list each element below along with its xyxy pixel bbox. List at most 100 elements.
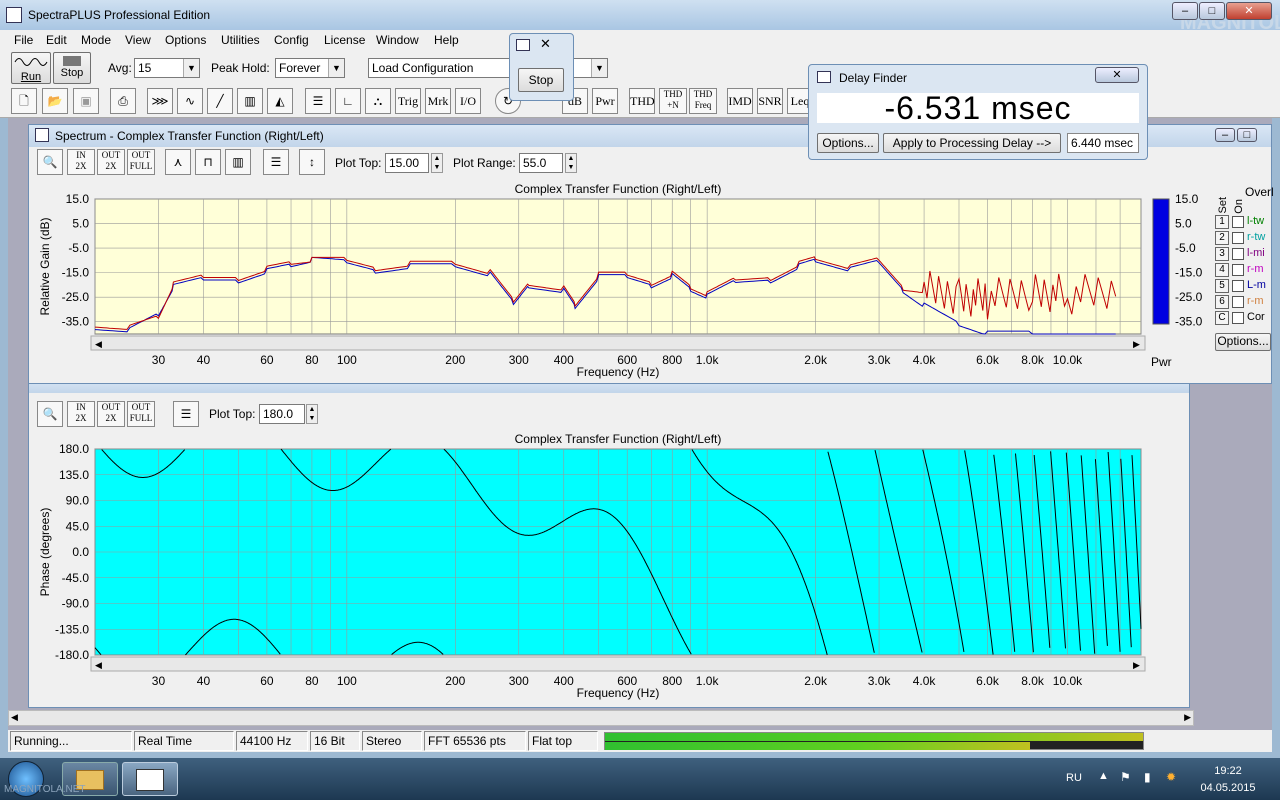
menu-help[interactable]: Help [434,33,459,47]
spectraplus-taskbar-button[interactable] [122,762,178,796]
menu-config[interactable]: Config [274,33,309,47]
avg-select[interactable]: 15 ▼ [134,58,200,78]
overlay-set-button[interactable]: C [1215,311,1229,325]
zoom-in-icon[interactable]: IN 2X [67,401,95,427]
speaker-icon[interactable]: ✹ [1166,770,1176,784]
y-tick-label: -90.0 [62,597,90,611]
overlay-options-button[interactable]: Options... [1215,333,1271,351]
thd-freq-button[interactable]: THD Freq [689,88,717,114]
spectrum-icon[interactable]: ╱ [207,88,233,114]
snr-button[interactable]: SNR [757,88,783,114]
stop-dialog-button[interactable]: Stop [518,68,564,92]
zoom-icon[interactable]: 🔍 [37,149,63,175]
stop-button[interactable]: Stop [53,52,91,84]
avg-value: 15 [138,61,152,75]
clock-date[interactable]: 04.05.2015 [1196,782,1260,794]
power-icon[interactable]: ▮ [1144,770,1151,784]
clock-time[interactable]: 19:22 [1200,765,1256,777]
chevron-down-icon: ▼ [328,59,344,77]
plot-top-input[interactable]: 15.00 [385,153,429,173]
app-icon [136,769,164,791]
bar-style-icon[interactable]: ⊓ [195,149,221,175]
close-icon[interactable]: ✕ [540,36,551,52]
language-indicator[interactable]: RU [1066,772,1082,784]
menu-edit[interactable]: Edit [46,33,67,47]
trig-button[interactable]: Trig [395,88,421,114]
imd-button[interactable]: IMD [727,88,753,114]
x-tick-label: 6.0k [976,674,1000,688]
io-button[interactable]: I/O [455,88,481,114]
overlay-set-button[interactable]: 3 [1215,247,1229,261]
range-icon[interactable]: ↕ [299,149,325,175]
thd-n-button[interactable]: THD +N [659,88,687,114]
settings-panel-icon[interactable]: ☰ [263,149,289,175]
overlay-set-button[interactable]: 6 [1215,295,1229,309]
thd-button[interactable]: THD [629,88,655,114]
child-minimize-button[interactable]: – [1215,128,1235,142]
zoom-full-icon[interactable]: OUT FULL [127,149,155,175]
scroll-right-icon[interactable]: ▶ [1184,712,1191,723]
zoom-in-icon[interactable]: IN 2X [67,149,95,175]
3d-surface-icon[interactable]: ◭ [267,88,293,114]
zoom-full-icon[interactable]: OUT FULL [127,401,155,427]
overlay-checkbox[interactable] [1232,312,1244,324]
child-maximize-button[interactable]: □ [1237,128,1257,142]
zoom-out-icon[interactable]: OUT 2X [97,149,125,175]
overlay-checkbox[interactable] [1232,248,1244,260]
waveform-icon[interactable]: ∿ [177,88,203,114]
settings-panel-icon[interactable]: ☰ [173,401,199,427]
close-button[interactable]: ✕ [1226,2,1272,20]
apply-delay-button[interactable]: Apply to Processing Delay --> [883,133,1061,153]
menu-license[interactable]: License [324,33,365,47]
overlay-checkbox[interactable] [1232,216,1244,228]
peak-hold-select[interactable]: Forever ▼ [275,58,345,78]
tray-arrow-icon[interactable]: ▲ [1098,770,1109,782]
overlay-checkbox[interactable] [1232,264,1244,276]
spinner-icon[interactable]: ▲ ▼ [565,153,577,173]
menu-window[interactable]: Window [376,33,419,47]
mrk-button[interactable]: Mrk [425,88,451,114]
fast-forward-icon[interactable]: ⋙ [147,88,173,114]
spinner-icon[interactable]: ▲ ▼ [431,153,443,173]
spinner-icon[interactable]: ▲ ▼ [306,404,318,424]
plot-range-input[interactable]: 55.0 [519,153,563,173]
overlay-set-button[interactable]: 2 [1215,231,1229,245]
save-icon[interactable]: ▣ [73,88,99,114]
menu-mode[interactable]: Mode [81,33,111,47]
maximize-button[interactable]: □ [1199,2,1225,20]
delay-options-button[interactable]: Options... [817,133,879,153]
overlay-checkbox[interactable] [1232,296,1244,308]
power-tick-label: -35.0 [1175,315,1203,329]
pwr-button[interactable]: Pwr [592,88,618,114]
line-style-icon[interactable]: ⋏ [165,149,191,175]
overlay-set-button[interactable]: 5 [1215,279,1229,293]
scroll-left-icon[interactable]: ◀ [11,712,18,723]
spectrogram-icon[interactable]: ▥ [237,88,263,114]
overlay-checkbox[interactable] [1232,232,1244,244]
filter-icon[interactable]: ⛬ [365,88,391,114]
main-titlebar: SpectraPLUS Professional Edition MAGNITO… [0,0,1280,34]
menu-options[interactable]: Options [165,33,206,47]
zoom-icon[interactable]: 🔍 [37,401,63,427]
network-icon[interactable]: ⚑ [1120,770,1131,784]
octave-bars-icon[interactable]: ▥ [225,149,251,175]
minimize-button[interactable]: – [1172,2,1198,20]
axis-icon[interactable]: ∟ [335,88,361,114]
run-button[interactable]: Run [11,52,51,84]
close-button[interactable]: ✕ [1095,67,1139,83]
new-file-icon[interactable]: 🗋 [11,88,37,114]
print-icon[interactable]: ⎙ [110,88,136,114]
overlay-set-button[interactable]: 4 [1215,263,1229,277]
menu-file[interactable]: File [14,33,33,47]
phase-plot-top-input[interactable]: 180.0 [259,404,305,424]
menu-utilities[interactable]: Utilities [221,33,260,47]
menu-view[interactable]: View [125,33,151,47]
zoom-out-icon[interactable]: OUT 2X [97,401,125,427]
level-meter [604,732,1144,750]
peak-hold-value: Forever [279,61,321,75]
mdi-scrollbar[interactable]: ◀ ▶ [8,710,1194,726]
overlay-checkbox[interactable] [1232,280,1244,292]
overlay-set-button[interactable]: 1 [1215,215,1229,229]
panel-icon[interactable]: ☰ [305,88,331,114]
open-folder-icon[interactable]: 📂 [42,88,68,114]
